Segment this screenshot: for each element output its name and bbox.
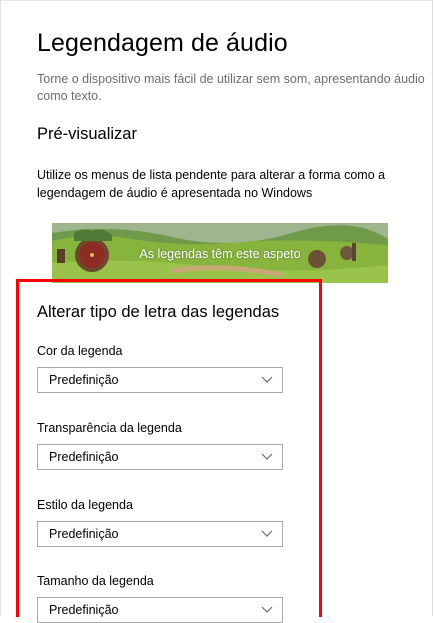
highlight-box xyxy=(16,279,322,617)
preview-description: Utilize os menus de lista pendente para … xyxy=(37,168,386,200)
page-title: Legendagem de áudio xyxy=(37,29,288,57)
caption-preview-image: As legendas têm este aspeto xyxy=(52,223,388,283)
page-description: Torne o dispositivo mais fácil de utiliz… xyxy=(37,72,425,103)
preview-caption: As legendas têm este aspeto xyxy=(139,247,301,261)
settings-window: Legendagem de áudio Torne o dispositivo … xyxy=(0,0,433,623)
preview-heading: Pré-visualizar xyxy=(37,125,137,143)
